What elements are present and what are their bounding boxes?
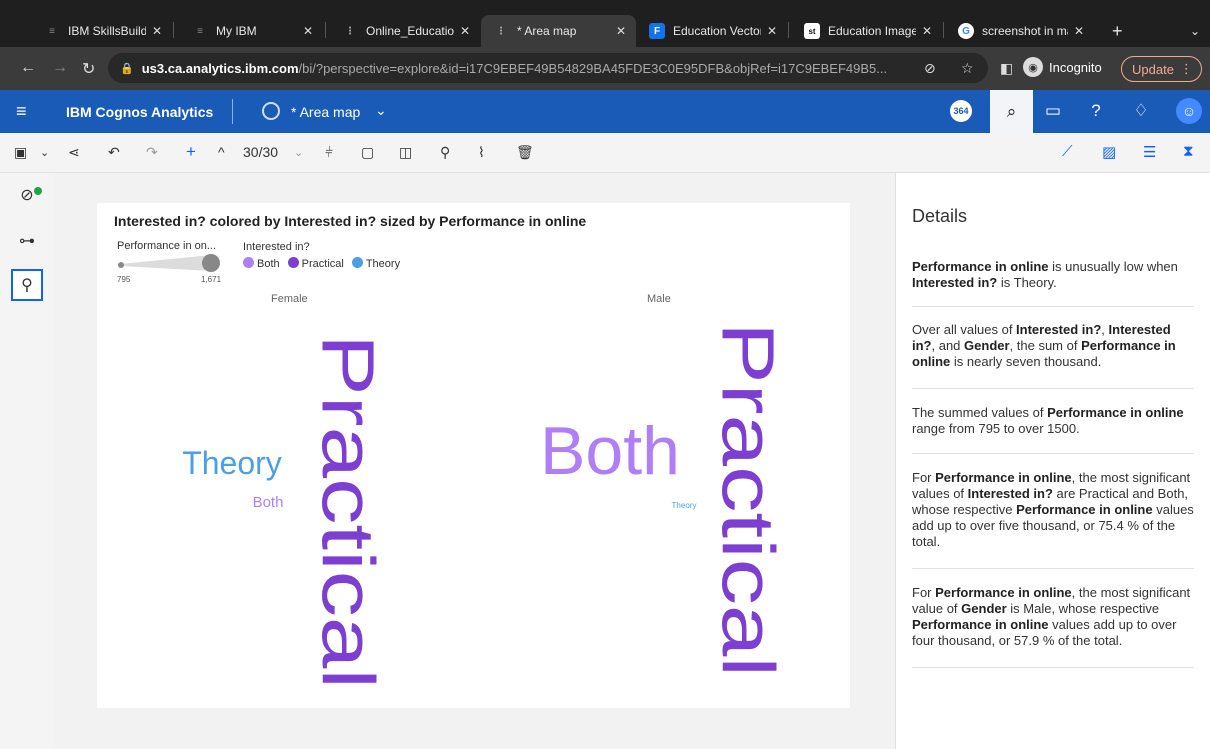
insight-item: Performance in online is unusually low w… <box>912 259 1178 290</box>
insight-divider <box>912 306 1194 307</box>
word-male-practical[interactable]: Practical <box>706 322 789 677</box>
details-panel: Details Performance in online is unusual… <box>895 173 1210 749</box>
insight-item: The summed values of Performance in onli… <box>912 405 1184 436</box>
insight-divider <box>912 568 1194 569</box>
insight-item: For Performance in online, the most sign… <box>912 585 1191 648</box>
insight-item: For Performance in online, the most sign… <box>912 470 1194 549</box>
insight-divider <box>912 667 1194 668</box>
insight-divider <box>912 388 1194 389</box>
word-female-theory[interactable]: Theory <box>182 445 282 481</box>
word-male-both[interactable]: Both <box>540 413 680 489</box>
word-female-practical[interactable]: Practical <box>306 334 389 689</box>
details-heading: Details <box>912 206 968 226</box>
insight-item: Over all values of Interested in?, Inter… <box>912 322 1176 369</box>
word-female-both[interactable]: Both <box>253 494 284 511</box>
insight-divider <box>912 453 1194 454</box>
word-male-theory[interactable]: Theory <box>672 501 697 510</box>
